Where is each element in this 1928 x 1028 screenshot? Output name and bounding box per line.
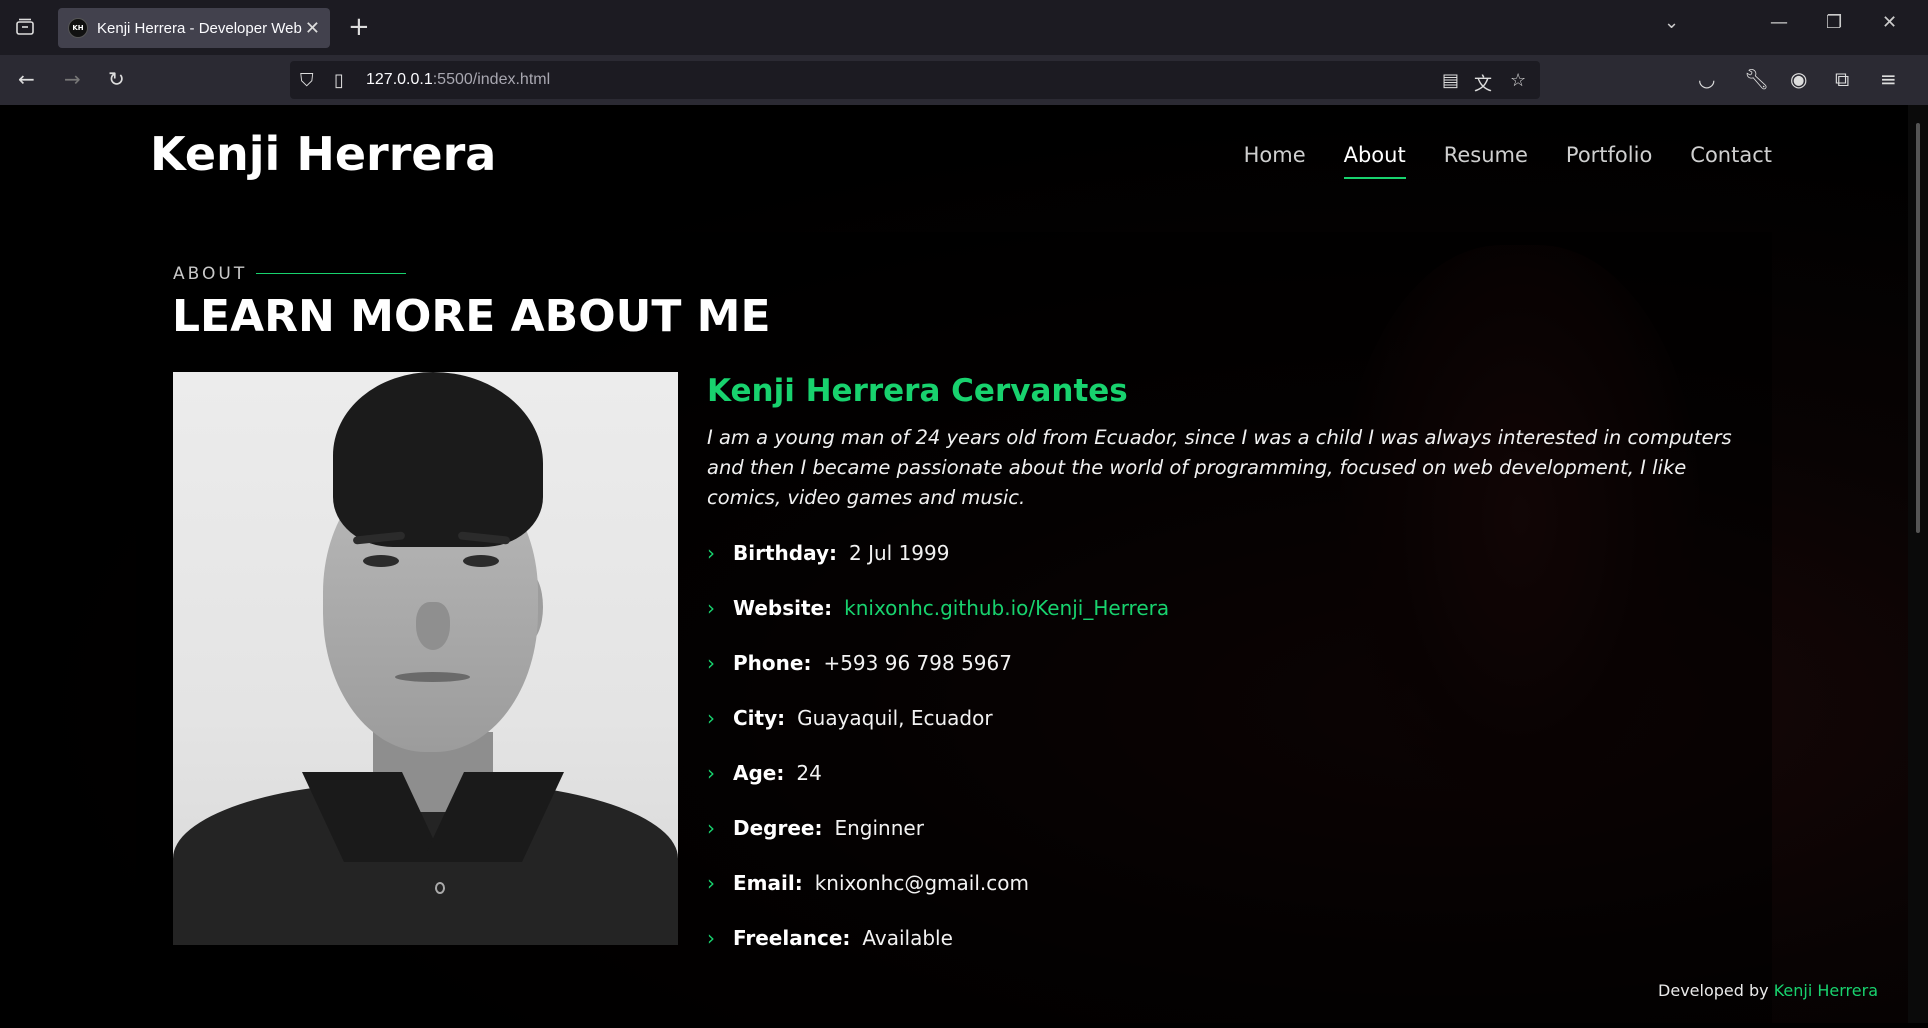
minimize-icon[interactable]: —	[1770, 12, 1788, 33]
info-degree: › Degree: Enginner	[707, 815, 924, 840]
tab-list-icon[interactable]	[12, 14, 38, 40]
reader-view-icon[interactable]: ▤	[1442, 70, 1459, 91]
info-age: › Age: 24	[707, 760, 822, 785]
chevron-right-icon: ›	[707, 650, 715, 675]
chevron-right-icon: ›	[707, 595, 715, 620]
browser-tabbar: KH Kenji Herrera - Developer Web ✕ + ⌄ —…	[0, 0, 1928, 55]
nav-portfolio[interactable]: Portfolio	[1566, 143, 1652, 167]
bookmark-star-icon[interactable]: ☆	[1510, 70, 1526, 91]
profile-photo	[173, 372, 678, 945]
info-website: › Website: knixonhc.github.io/Kenji_Herrer…	[707, 595, 1170, 620]
browser-navbar: ← → ↻ ⛉ ▯ 127.0.0.1:5500/index.html ▤ 文 …	[0, 55, 1928, 105]
nav-about[interactable]: About	[1343, 143, 1406, 179]
profile-info-list: › Birthday: 2 Jul 1999 › Website: knixonhc.g…	[707, 525, 1169, 965]
back-icon[interactable]: ←	[18, 67, 35, 91]
nav-resume[interactable]: Resume	[1444, 143, 1528, 167]
info-email: › Email: knixonhc@gmail.com	[707, 870, 1029, 895]
extensions-icon[interactable]: ⧉	[1835, 67, 1849, 91]
pocket-icon[interactable]: ◡	[1698, 67, 1715, 91]
profile-bio: I am a young man of 24 years old from Ec…	[707, 426, 1732, 509]
favicon-icon: KH	[68, 18, 88, 38]
section-subtitle: ABOUT	[173, 264, 248, 284]
close-tab-icon[interactable]: ✕	[305, 18, 320, 39]
scrollbar-thumb[interactable]	[1916, 123, 1920, 533]
info-city: › City: Guayaquil, Ecuador	[707, 705, 993, 730]
tab-title: Kenji Herrera - Developer Web	[97, 19, 302, 37]
chevron-right-icon: ›	[707, 870, 715, 895]
nav-home[interactable]: Home	[1244, 143, 1306, 167]
site-logo[interactable]: Kenji Herrera	[150, 127, 496, 181]
section-divider	[256, 273, 406, 274]
list-all-tabs-icon[interactable]: ⌄	[1664, 12, 1679, 33]
url-bar[interactable]: ⛉ ▯ 127.0.0.1:5500/index.html ▤ 文 ☆	[290, 61, 1540, 99]
reload-icon[interactable]: ↻	[108, 67, 125, 91]
browser-tab-active[interactable]: KH Kenji Herrera - Developer Web ✕	[58, 8, 330, 48]
page-icon[interactable]: ▯	[334, 70, 344, 91]
shield-icon[interactable]: ⛉	[300, 70, 314, 91]
website-link[interactable]: knixonhc.github.io/Kenji_Herrera	[844, 596, 1169, 620]
wrench-icon[interactable]: 🔧︎	[1744, 67, 1769, 91]
section-title: LEARN MORE ABOUT ME	[172, 291, 771, 342]
restore-icon[interactable]: ❐	[1826, 12, 1842, 33]
forward-icon[interactable]: →	[64, 67, 81, 91]
nav-contact[interactable]: Contact	[1690, 143, 1772, 167]
url-text[interactable]: 127.0.0.1:5500/index.html	[366, 71, 550, 89]
footer-credit: Developed by Kenji Herrera	[1658, 981, 1878, 1000]
info-freelance: › Freelance: Available	[707, 925, 953, 950]
close-window-icon[interactable]: ✕	[1882, 12, 1897, 33]
chevron-right-icon: ›	[707, 540, 715, 565]
info-phone: › Phone: +593 96 798 5967	[707, 650, 1012, 675]
info-birthday: › Birthday: 2 Jul 1999	[707, 540, 950, 565]
chevron-right-icon: ›	[707, 760, 715, 785]
site-nav: Home About Resume Portfolio Contact	[1206, 143, 1772, 179]
new-tab-icon[interactable]: +	[348, 12, 370, 42]
chevron-right-icon: ›	[707, 815, 715, 840]
menu-icon[interactable]: ≡	[1880, 67, 1897, 91]
translate-icon[interactable]: 文	[1474, 70, 1492, 96]
page-scrollbar[interactable]	[1908, 105, 1928, 1023]
chevron-right-icon: ›	[707, 925, 715, 950]
profile-name: Kenji Herrera Cervantes	[707, 373, 1128, 409]
page-viewport: Kenji Herrera Home About Resume Portfoli…	[0, 105, 1908, 1023]
chevron-right-icon: ›	[707, 705, 715, 730]
account-icon[interactable]: ◉	[1790, 67, 1807, 91]
author-link[interactable]: Kenji Herrera	[1774, 981, 1878, 1000]
